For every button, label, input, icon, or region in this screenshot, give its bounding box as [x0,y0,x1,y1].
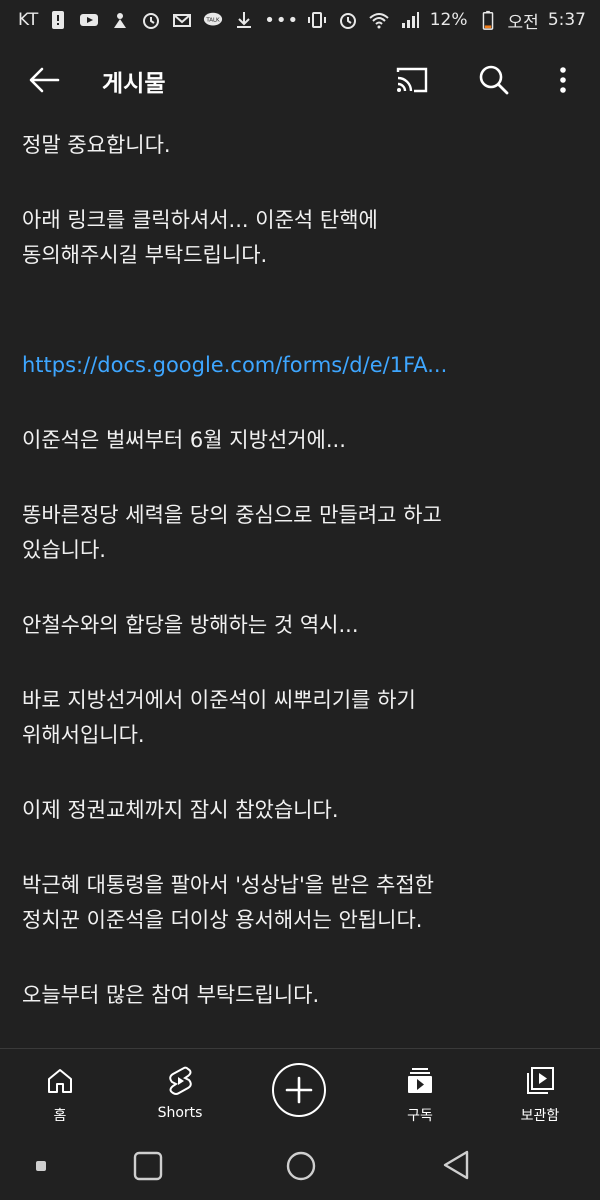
alert-icon [47,9,69,31]
subscriptions-icon [404,1065,436,1097]
app-notification-icon [109,9,131,31]
cast-icon [396,67,428,93]
circle-icon [286,1151,316,1181]
home-system-button[interactable] [285,1150,317,1186]
recents-indicator[interactable] [34,1158,48,1177]
vibrate-icon [306,9,328,31]
nav-subscriptions[interactable]: 구독 [370,1049,470,1135]
bottom-navigation: 홈 Shorts 구독 보관함 [0,1048,600,1135]
shorts-icon [164,1065,196,1097]
post-paragraph: 박근혜 대통령을 팔아서 '성상납'을 받은 추접한 정치꾼 이준석을 더이상 … [22,873,435,932]
home-icon [44,1065,76,1097]
alarm-set-icon [337,9,359,31]
screen: KT TALK ••• 12% 오전 5:37 게시물 정말 중요합니다. 아래… [0,0,600,1200]
nav-home[interactable]: 홈 [10,1049,110,1135]
nav-library-label: 보관함 [520,1108,560,1124]
search-icon [479,65,509,95]
post-paragraph: 바로 지방선거에서 이준석이 씨뿌리기를 하기 위해서입니다. [22,688,416,747]
plus-icon [285,1076,313,1104]
battery-icon [477,9,499,31]
youtube-icon [78,9,100,31]
back-arrow-icon [29,67,60,93]
post-paragraph: 정말 중요합니다. [22,133,171,157]
post-link[interactable]: https://docs.google.com/forms/d/e/1FA... [22,353,447,377]
kakaotalk-icon: TALK [202,9,224,31]
post-paragraph: 오늘부터 많은 참여 부탁드립니다. [22,983,320,1007]
more-options-button[interactable] [548,62,578,98]
battery-percent: 12% [429,10,468,30]
post-paragraph: 이준석은 벌써부터 6월 지방선거에... [22,428,346,452]
status-bar: KT TALK ••• 12% 오전 5:37 [0,0,600,40]
library-icon [524,1065,556,1097]
nav-shorts[interactable]: Shorts [130,1049,230,1135]
nav-subscriptions-label: 구독 [407,1108,433,1124]
signal-icon [399,9,421,31]
post-paragraph: 안철수와의 합당을 방해하는 것 역시... [22,613,359,637]
square-icon [133,1151,163,1181]
back-button[interactable] [24,62,64,98]
page-title: 게시물 [102,71,166,97]
cast-button[interactable] [392,62,432,98]
status-right: 12% 오전 5:37 [306,8,586,33]
post-link-paragraph[interactable]: https://docs.google.com/forms/d/e/1FA... [22,313,582,383]
app-bar: 게시물 [0,44,600,116]
system-navigation-bar [0,1134,600,1200]
svg-text:TALK: TALK [206,17,221,23]
ampm-label: 오전 [507,12,539,33]
status-left: KT TALK ••• [18,9,299,31]
nav-home-label: 홈 [53,1108,67,1124]
clock: 5:37 [547,10,586,30]
wifi-icon [368,9,390,31]
download-icon [233,9,255,31]
post-paragraph: 아래 링크를 클릭하셔서... 이준석 탄핵에 동의해주시길 부탁드립니다. [22,208,378,267]
alarm-icon [140,9,162,31]
more-notifications-label: ••• [264,9,300,31]
small-square-icon [36,1161,46,1171]
nav-library[interactable]: 보관함 [490,1049,590,1135]
back-system-button[interactable] [440,1148,472,1186]
carrier-label: KT [18,10,39,30]
search-button[interactable] [474,62,514,98]
nav-shorts-label: Shorts [157,1105,203,1121]
post-paragraph: 똥바른정당 세력을 당의 중심으로 만들려고 하고 있습니다. [22,503,442,562]
mail-icon [171,9,193,31]
recent-apps-button[interactable] [132,1150,164,1186]
post-body: 정말 중요합니다. 아래 링크를 클릭하셔서... 이준석 탄핵에 동의해주시길… [22,128,582,1053]
post-paragraph: 이제 정권교체까지 잠시 참았습니다. [22,798,339,822]
more-vert-icon [560,67,566,93]
create-button[interactable] [272,1063,326,1117]
triangle-back-icon [443,1150,469,1180]
